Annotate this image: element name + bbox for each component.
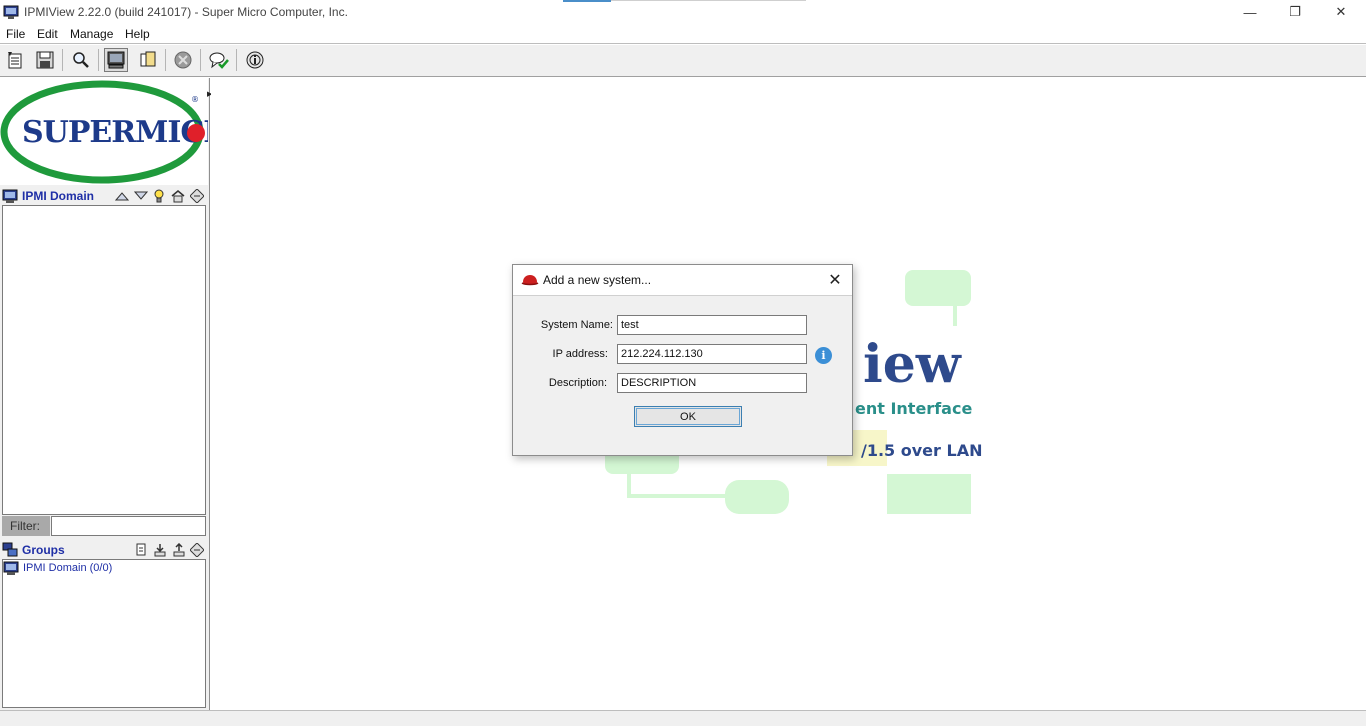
new-group-icon xyxy=(136,543,146,556)
search-icon xyxy=(73,52,89,68)
copy-button[interactable] xyxy=(136,48,160,72)
copy-icon xyxy=(140,51,156,67)
splash-decoration xyxy=(887,474,971,514)
splash-decoration xyxy=(627,494,727,498)
splash-decoration xyxy=(953,304,957,326)
add-system-dialog: Add a new system... ✕ System Name: IP ad… xyxy=(512,264,853,456)
lightbulb-icon xyxy=(154,189,164,203)
title-bar: IPMIView 2.22.0 (build 241017) - Super M… xyxy=(0,0,1366,24)
domain-icon xyxy=(3,561,19,575)
triangle-down-icon xyxy=(134,191,148,200)
triangle-up-icon xyxy=(115,192,129,201)
upload-icon xyxy=(173,543,185,557)
new-icon xyxy=(8,52,22,69)
toolbar-separator xyxy=(165,49,166,71)
splash-subtitle-text: ent Interface xyxy=(855,399,973,418)
home-icon xyxy=(171,190,185,203)
filter-input[interactable] xyxy=(51,516,206,536)
move-down-button[interactable] xyxy=(134,189,148,203)
toolbar-separator xyxy=(62,49,63,71)
ip-address-label: IP address: xyxy=(552,348,608,360)
filter-label: Filter: xyxy=(2,516,50,536)
about-button[interactable] xyxy=(243,48,267,72)
app-icon xyxy=(3,5,19,19)
system-name-input[interactable] xyxy=(617,315,807,335)
new-group-button[interactable] xyxy=(134,543,148,557)
save-button[interactable] xyxy=(33,48,57,72)
supermicro-logo-graphic: SUPERMICR ® xyxy=(0,80,230,184)
menu-manage[interactable]: Manage xyxy=(70,27,113,41)
ipmi-domain-title: IPMI Domain xyxy=(22,189,95,203)
groups-title: Groups xyxy=(22,543,65,557)
stop-button[interactable] xyxy=(171,48,195,72)
groups-icon xyxy=(2,542,18,557)
system-name-label: System Name: xyxy=(540,319,613,331)
svg-text:®: ® xyxy=(191,95,199,104)
ipmi-domain-tree[interactable] xyxy=(2,205,206,515)
supermicro-logo: SUPERMICR ® xyxy=(0,78,230,185)
tree-node-ipmi-domain[interactable]: IPMI Domain (0/0) xyxy=(3,560,112,576)
splash-decoration xyxy=(905,270,971,306)
filter-bar: Filter: xyxy=(2,516,206,536)
minimize-button[interactable]: — xyxy=(1227,0,1273,24)
window-title: IPMIView 2.22.0 (build 241017) - Super M… xyxy=(24,5,348,19)
monitor-icon xyxy=(107,51,125,69)
taskbar-indicator-track xyxy=(611,0,806,1)
description-input[interactable] xyxy=(617,373,807,393)
about-icon xyxy=(246,51,264,69)
home-button[interactable] xyxy=(171,189,185,203)
move-up-button[interactable] xyxy=(115,189,129,203)
menu-bar: File Edit Manage Help xyxy=(0,24,1366,44)
restore-button[interactable]: ❐ xyxy=(1272,0,1318,24)
toolbar xyxy=(0,45,1366,77)
groups-tree: IPMI Domain (0/0) xyxy=(2,559,206,708)
domain-icon xyxy=(2,189,18,203)
groups-refresh-button[interactable] xyxy=(190,543,204,557)
close-button[interactable]: ✕ xyxy=(1318,0,1364,24)
splash-decoration xyxy=(725,480,789,514)
import-group-button[interactable] xyxy=(153,543,167,557)
save-icon xyxy=(36,51,54,69)
export-group-button[interactable] xyxy=(172,543,186,557)
download-icon xyxy=(154,544,166,557)
splash-lan-text: /1.5 over LAN xyxy=(861,441,983,460)
status-bar xyxy=(0,710,1366,726)
dialog-title-bar: Add a new system... ✕ xyxy=(513,265,852,296)
taskbar-indicator xyxy=(563,0,611,2)
groups-header: Groups xyxy=(0,541,208,559)
menu-file[interactable]: File xyxy=(6,27,25,41)
dialog-close-button[interactable]: ✕ xyxy=(823,269,847,291)
splash-title-text: iew xyxy=(863,334,961,395)
new-system-button[interactable] xyxy=(3,48,27,72)
left-panel: SUPERMICR ® ▶ IPMI Domain Filter: Groups… xyxy=(0,78,230,710)
chat-check-icon xyxy=(209,52,229,69)
toolbar-separator xyxy=(200,49,201,71)
ok-button[interactable]: OK xyxy=(634,406,742,427)
splash-decoration xyxy=(627,472,631,496)
ipmi-domain-header: IPMI Domain xyxy=(0,187,208,205)
refresh-button[interactable] xyxy=(190,189,204,203)
refresh-icon xyxy=(190,189,204,203)
svg-text:SUPERMICR: SUPERMICR xyxy=(22,115,208,150)
menu-edit[interactable]: Edit xyxy=(37,27,58,41)
refresh-icon xyxy=(190,543,204,557)
stop-icon xyxy=(174,51,192,69)
menu-help[interactable]: Help xyxy=(125,27,150,41)
search-button[interactable] xyxy=(69,48,93,72)
description-label: Description: xyxy=(548,377,607,389)
toolbar-separator xyxy=(236,49,237,71)
info-icon[interactable]: i xyxy=(815,347,832,364)
dialog-title: Add a new system... xyxy=(543,273,652,287)
discover-button[interactable] xyxy=(152,189,166,203)
redhat-icon xyxy=(521,275,539,286)
tree-node-label: IPMI Domain (0/0) xyxy=(23,562,113,574)
monitor-button[interactable] xyxy=(104,48,128,72)
toolbar-separator xyxy=(98,49,99,71)
chat-check-button[interactable] xyxy=(207,48,231,72)
ip-address-input[interactable] xyxy=(617,344,807,364)
